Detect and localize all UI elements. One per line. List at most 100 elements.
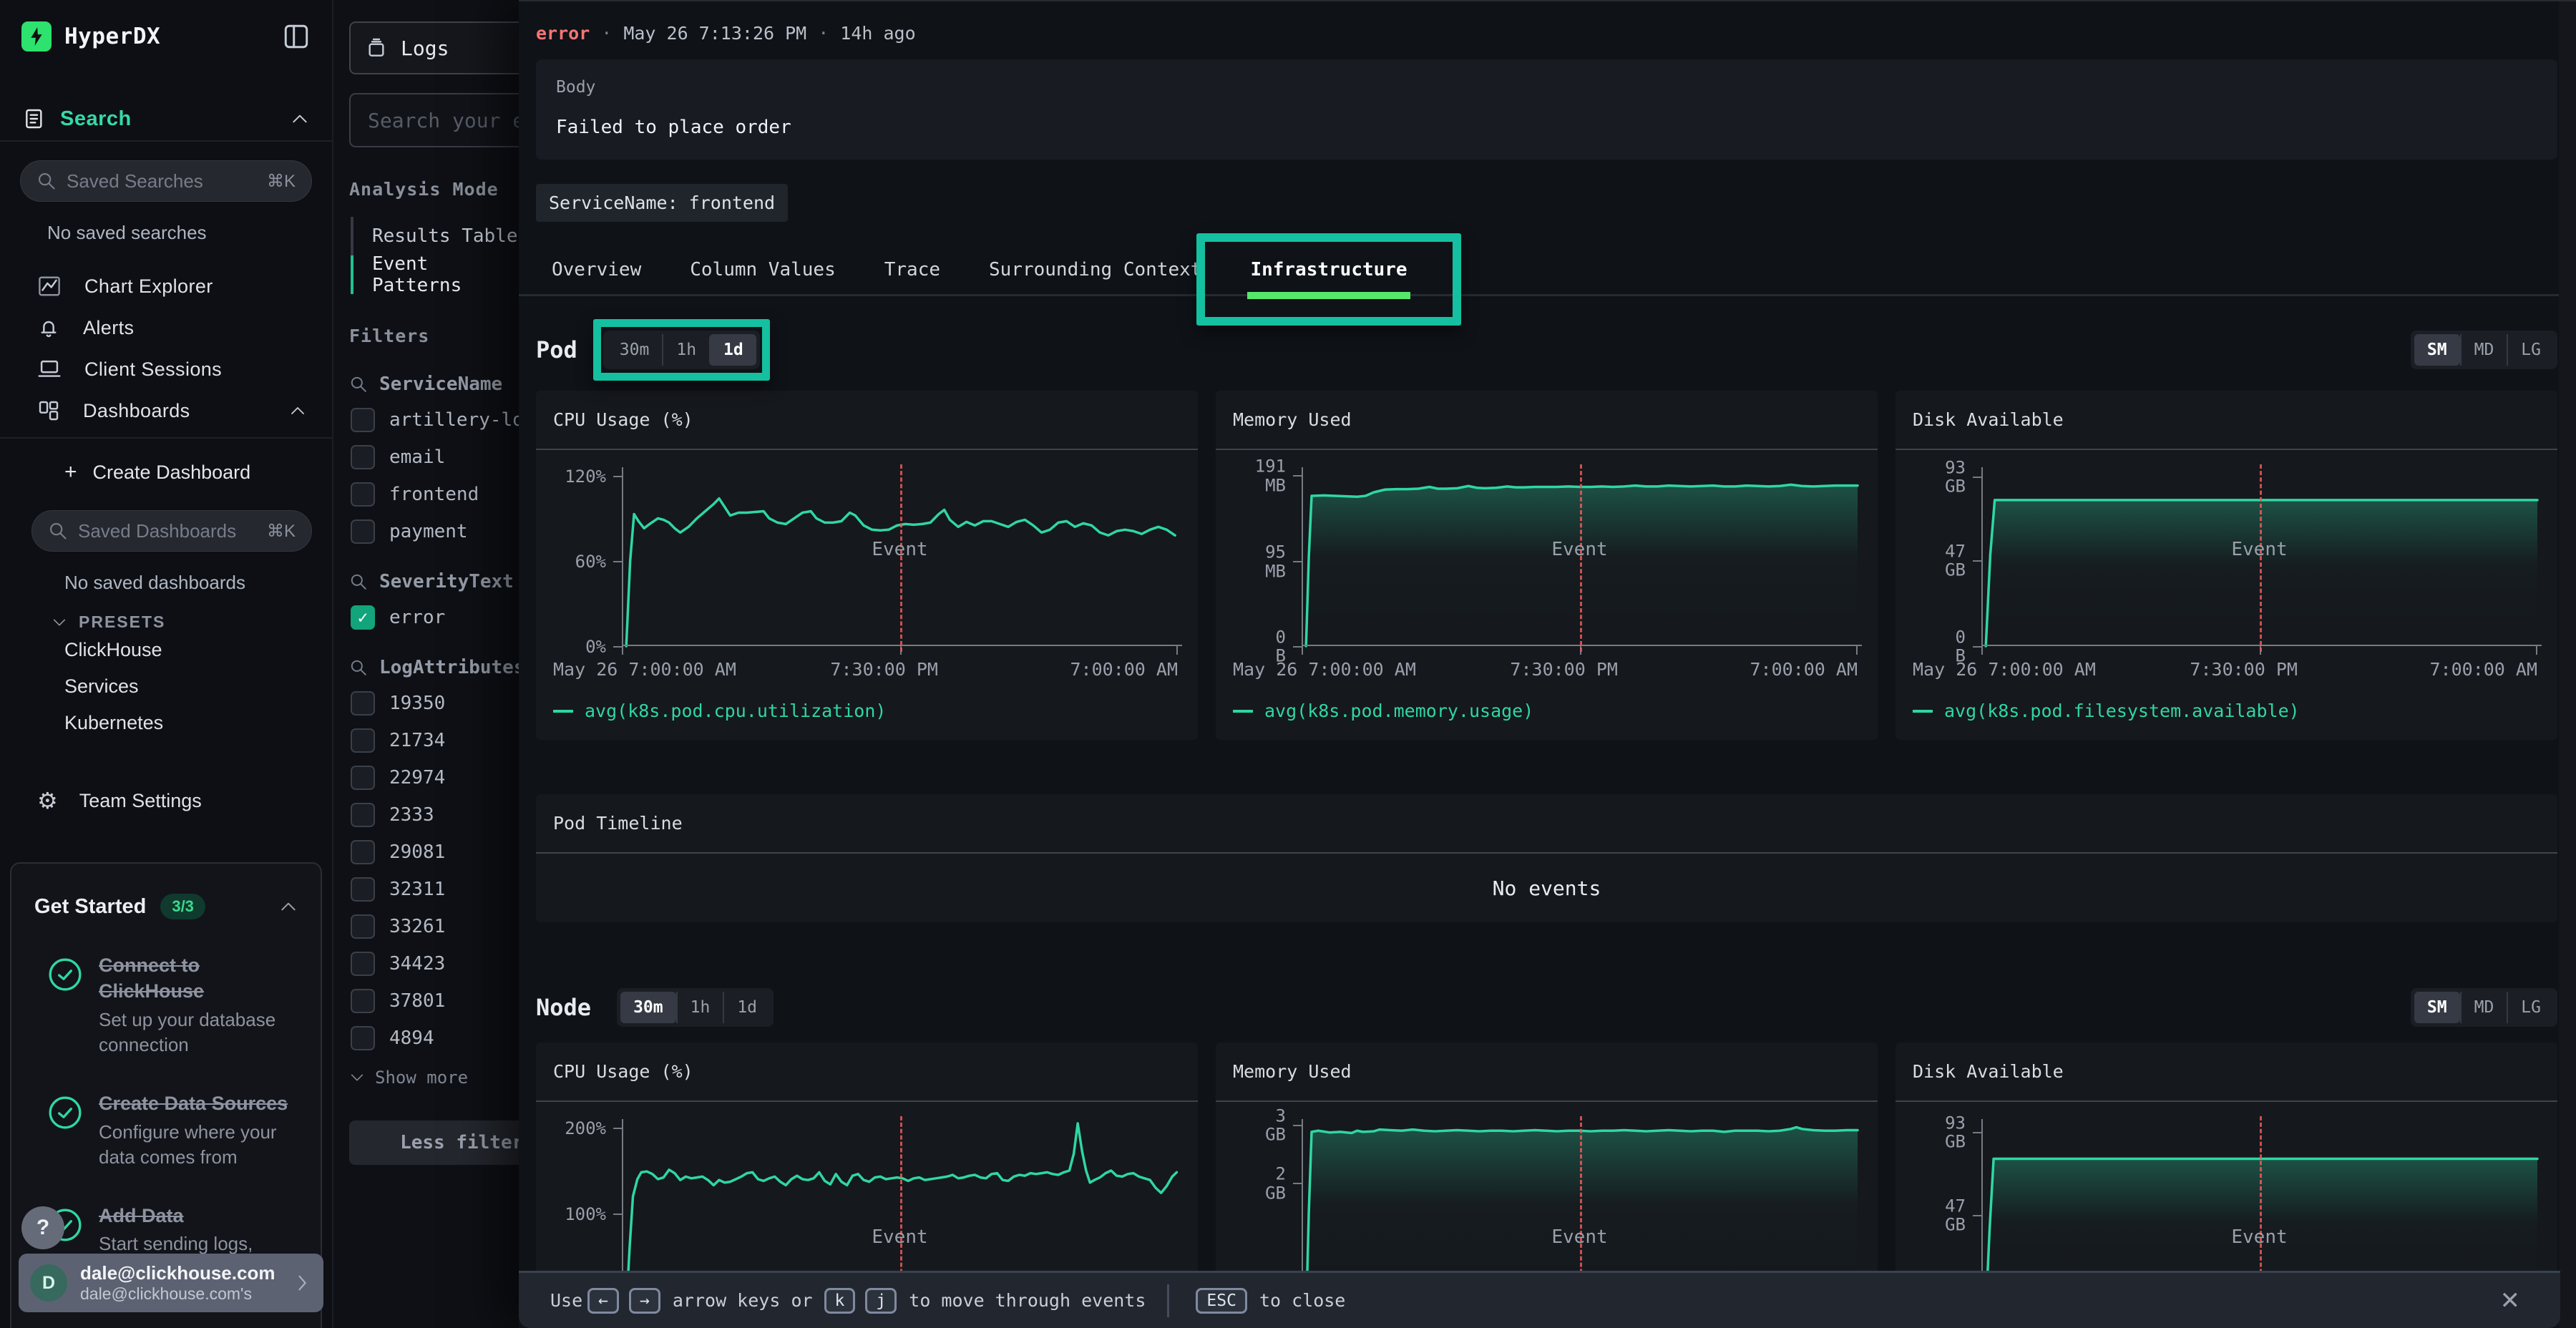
tab-infrastructure[interactable]: Infrastructure — [1226, 245, 1431, 294]
filter-option[interactable]: 22974 — [349, 766, 519, 790]
filter-option[interactable]: payment — [349, 519, 519, 544]
saved-dashboards-input[interactable]: ⌘K — [31, 510, 312, 552]
checkbox[interactable] — [351, 482, 375, 507]
checkbox[interactable] — [351, 840, 375, 864]
pod-size-md[interactable]: MD — [2460, 334, 2507, 366]
checkbox[interactable] — [351, 519, 375, 544]
preset-services[interactable]: Services — [0, 668, 332, 705]
checkbox[interactable] — [351, 445, 375, 469]
checkbox[interactable] — [351, 989, 375, 1013]
filter-option[interactable]: 37801 — [349, 989, 519, 1013]
filter-option[interactable]: 19350 — [349, 691, 519, 716]
chevron-up-icon[interactable] — [279, 901, 298, 912]
sidebar-item-chart-explorer[interactable]: Chart Explorer — [0, 265, 332, 307]
pod-range-1d[interactable]: 1d — [709, 334, 756, 366]
checkbox[interactable] — [351, 766, 375, 790]
saved-dashboards-field[interactable] — [78, 520, 267, 542]
tab-trace[interactable]: Trace — [860, 245, 965, 294]
checkbox[interactable] — [351, 914, 375, 939]
user-menu[interactable]: D dale@clickhouse.com dale@clickhouse.co… — [19, 1254, 323, 1312]
chart-pod-disk[interactable]: 93 GB47 GB0 BEventMay 26 7:00:00 AM7:30:… — [1896, 450, 2557, 740]
filter-option[interactable]: artillery-load — [349, 408, 519, 432]
create-dashboard-button[interactable]: + Create Dashboard — [0, 453, 332, 492]
chart-node-memory[interactable]: 3 GB2 GBEvent — [1216, 1102, 1878, 1299]
checkbox[interactable] — [351, 605, 375, 630]
pod-range-30m[interactable]: 30m — [607, 334, 663, 366]
filter-option[interactable]: 21734 — [349, 728, 519, 753]
filter-option[interactable]: email — [349, 445, 519, 469]
checkbox[interactable] — [351, 408, 375, 432]
event-search-box[interactable] — [349, 93, 519, 147]
node-size-lg[interactable]: LG — [2507, 992, 2554, 1023]
show-more-toggle[interactable]: Show more — [349, 1068, 519, 1088]
sidebar-item-alerts[interactable]: Alerts — [0, 307, 332, 348]
node-range-30m[interactable]: 30m — [620, 992, 676, 1023]
filter-option[interactable]: 29081 — [349, 840, 519, 864]
sidebar-section-search[interactable]: Search — [0, 97, 332, 142]
shortcut-hint: ⌘K — [267, 521, 296, 542]
chart-legend[interactable]: avg(k8s.pod.cpu.utilization) — [553, 689, 1178, 740]
analysis-mode-event-patterns[interactable]: Event Patterns — [351, 255, 519, 294]
node-size-md[interactable]: MD — [2460, 992, 2507, 1023]
sidebar-collapse-icon[interactable] — [282, 24, 311, 49]
checkbox[interactable] — [351, 952, 375, 976]
magnifier-icon[interactable] — [349, 572, 368, 591]
tab-surrounding-context[interactable]: Surrounding Context — [965, 245, 1226, 294]
node-range-1d[interactable]: 1d — [723, 992, 770, 1023]
sidebar-item-client-sessions[interactable]: Client Sessions — [0, 348, 332, 390]
chart-pod-memory[interactable]: 191 MB95 MB0 BEventMay 26 7:00:00 AM7:30… — [1216, 450, 1878, 740]
filter-option[interactable]: 4894 — [349, 1026, 519, 1050]
get-started-step[interactable]: Create Data Sources Configure where your… — [34, 1090, 298, 1170]
filter-option[interactable]: frontend — [349, 482, 519, 507]
less-filters-button[interactable]: Less filters — [349, 1120, 519, 1165]
chart-node-disk[interactable]: 93 GB47 GBEvent — [1896, 1102, 2557, 1299]
close-icon[interactable]: ✕ — [2500, 1286, 2521, 1315]
preset-kubernetes[interactable]: Kubernetes — [0, 705, 332, 741]
chart-legend[interactable]: avg(k8s.pod.memory.usage) — [1233, 689, 1858, 740]
magnifier-icon[interactable] — [349, 375, 368, 394]
node-size-sm[interactable]: SM — [2414, 992, 2460, 1023]
chart-legend[interactable]: avg(k8s.pod.filesystem.available) — [1913, 689, 2537, 740]
arrow-right-key[interactable]: → — [629, 1288, 660, 1314]
checkbox[interactable] — [351, 728, 375, 753]
plot-area[interactable]: 93 GB47 GB0 BEvent — [1981, 467, 2537, 646]
plot-area[interactable]: 191 MB95 MB0 BEvent — [1302, 467, 1858, 646]
arrow-left-key[interactable]: ← — [587, 1288, 619, 1314]
preset-clickhouse[interactable]: ClickHouse — [0, 632, 332, 668]
filter-option[interactable]: 32311 — [349, 877, 519, 902]
filter-option[interactable]: 34423 — [349, 952, 519, 976]
chart-node-cpu[interactable]: 200%100%Event — [536, 1102, 1198, 1299]
j-key[interactable]: j — [865, 1288, 897, 1314]
saved-searches-input[interactable]: ⌘K — [20, 160, 312, 202]
servicename-tag[interactable]: ServiceName: frontend — [536, 184, 788, 222]
analysis-mode-results-table[interactable]: Results Table — [351, 217, 519, 255]
checkbox[interactable] — [351, 803, 375, 827]
chevron-up-icon[interactable] — [289, 406, 306, 416]
node-range-1h[interactable]: 1h — [676, 992, 723, 1023]
k-key[interactable]: k — [824, 1288, 856, 1314]
checkbox[interactable] — [351, 691, 375, 716]
chevron-up-icon[interactable] — [291, 113, 309, 125]
help-button[interactable]: ? — [21, 1206, 64, 1249]
pod-range-1h[interactable]: 1h — [662, 334, 709, 366]
checkbox[interactable] — [351, 877, 375, 902]
sidebar-item-team-settings[interactable]: ⚙ Team Settings — [0, 780, 332, 821]
tab-overview[interactable]: Overview — [527, 245, 665, 294]
event-search-input[interactable] — [368, 109, 519, 132]
pod-size-sm[interactable]: SM — [2414, 334, 2460, 366]
pod-size-lg[interactable]: LG — [2507, 334, 2554, 366]
filter-option[interactable]: 33261 — [349, 914, 519, 939]
filter-option[interactable]: 2333 — [349, 803, 519, 827]
checkbox[interactable] — [351, 1026, 375, 1050]
plot-area[interactable]: 120%60%0%Event — [622, 467, 1178, 646]
esc-key[interactable]: ESC — [1196, 1288, 1247, 1314]
get-started-step[interactable]: Connect to ClickHouse Set up your databa… — [34, 952, 298, 1058]
source-selector[interactable]: Logs — [349, 21, 519, 74]
tab-column-values[interactable]: Column Values — [665, 245, 860, 294]
presets-toggle[interactable]: PRESETS — [52, 612, 332, 632]
saved-searches-field[interactable] — [67, 170, 267, 192]
filter-option[interactable]: error — [349, 605, 519, 630]
magnifier-icon[interactable] — [349, 658, 368, 677]
chart-pod-cpu[interactable]: 120%60%0%EventMay 26 7:00:00 AM7:30:00 P… — [536, 450, 1198, 740]
sidebar-item-dashboards[interactable]: Dashboards — [0, 390, 332, 431]
